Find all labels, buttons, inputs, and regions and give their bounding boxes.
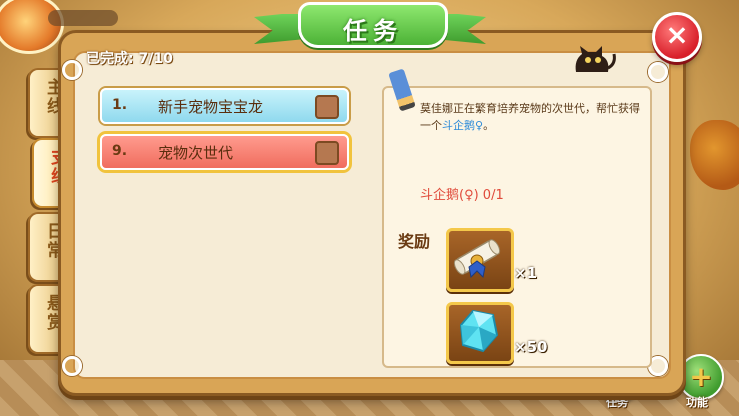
quest-number: 9.: [112, 143, 128, 159]
ring-decoration: [648, 62, 668, 82]
quest-status-box: [315, 95, 339, 119]
quest-description: 莫佳娜正在繁育培养宠物的次世代，帮忙获得一个斗企鹅♀。: [420, 100, 642, 134]
completed-count: 已完成: 7/10: [86, 51, 173, 67]
task-hud-label: 任务: [606, 396, 628, 409]
quest-status-box: [315, 141, 339, 165]
reward-heading: 奖励: [398, 232, 431, 251]
background-tree: [690, 120, 739, 190]
close-button[interactable]: ×: [652, 12, 702, 62]
target-pet-link[interactable]: 斗企鹅♀: [442, 119, 483, 132]
quest-objective: 斗企鹅(♀) 0/1: [420, 188, 504, 203]
ring-decoration: [62, 60, 82, 80]
description-end: 。: [483, 119, 495, 132]
banner-plate: 任务: [298, 2, 448, 48]
quest-list-item[interactable]: 1. 新手宠物宝宝龙: [100, 88, 349, 124]
player-avatar: [0, 0, 64, 54]
quest-name: 新手宠物宝宝龙: [158, 98, 264, 116]
quest-list-item-selected[interactable]: 9. 宠物次世代: [100, 134, 349, 170]
quest-detail-pane: 莫佳娜正在繁育培养宠物的次世代，帮忙获得一个斗企鹅♀。: [382, 86, 652, 368]
cat-decoration-icon: [575, 46, 616, 72]
reward-item-crystal[interactable]: [446, 302, 514, 364]
function-hud-label: 功能: [686, 396, 708, 409]
quest-name: 宠物次世代: [158, 144, 234, 162]
crystal-icon: [459, 309, 499, 353]
reward-count: ×50: [514, 338, 548, 356]
close-icon: ×: [665, 18, 689, 51]
ring-decoration: [62, 356, 82, 376]
plus-icon: +: [689, 360, 713, 393]
page-title: 任务: [343, 17, 403, 45]
quest-number: 1.: [112, 97, 128, 113]
scroll-icon: [453, 239, 501, 279]
title-banner: 任务: [254, 0, 486, 52]
player-level-bar: [48, 10, 118, 26]
reward-count: ×1: [514, 264, 538, 282]
reward-item-scroll[interactable]: [446, 228, 514, 292]
